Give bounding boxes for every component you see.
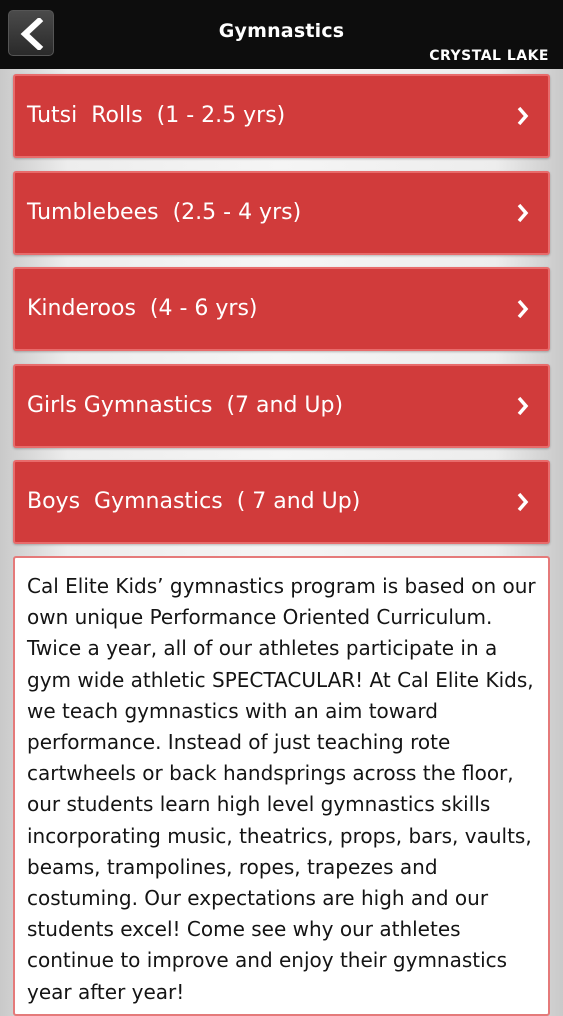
program-button-kinderoos[interactable]: Kinderoos (4 - 6 yrs) <box>13 267 550 351</box>
program-label: Boys Gymnastics ( 7 and Up) <box>27 489 361 514</box>
chevron-right-icon <box>517 106 529 126</box>
program-label: Kinderoos (4 - 6 yrs) <box>27 296 258 321</box>
program-button-boys-gymnastics[interactable]: Boys Gymnastics ( 7 and Up) <box>13 460 550 544</box>
program-description-box: Cal Elite Kids’ gymnastics program is ba… <box>13 556 550 1016</box>
chevron-right-icon <box>517 299 529 319</box>
location-label: CRYSTAL LAKE <box>429 48 549 64</box>
program-label: Girls Gymnastics (7 and Up) <box>27 393 344 418</box>
chevron-right-icon <box>517 396 529 416</box>
program-label: Tumblebees (2.5 - 4 yrs) <box>27 200 302 225</box>
program-button-tutsi-rolls[interactable]: Tutsi Rolls (1 - 2.5 yrs) <box>13 74 550 158</box>
program-description: Cal Elite Kids’ gymnastics program is ba… <box>27 574 536 1004</box>
program-label: Tutsi Rolls (1 - 2.5 yrs) <box>27 103 286 128</box>
chevron-right-icon <box>517 203 529 223</box>
program-button-girls-gymnastics[interactable]: Girls Gymnastics (7 and Up) <box>13 364 550 448</box>
program-button-tumblebees[interactable]: Tumblebees (2.5 - 4 yrs) <box>13 171 550 255</box>
page-title: Gymnastics <box>218 20 345 42</box>
chevron-right-icon <box>517 492 529 512</box>
nav-header: Gymnastics CRYSTAL LAKE <box>0 0 563 69</box>
